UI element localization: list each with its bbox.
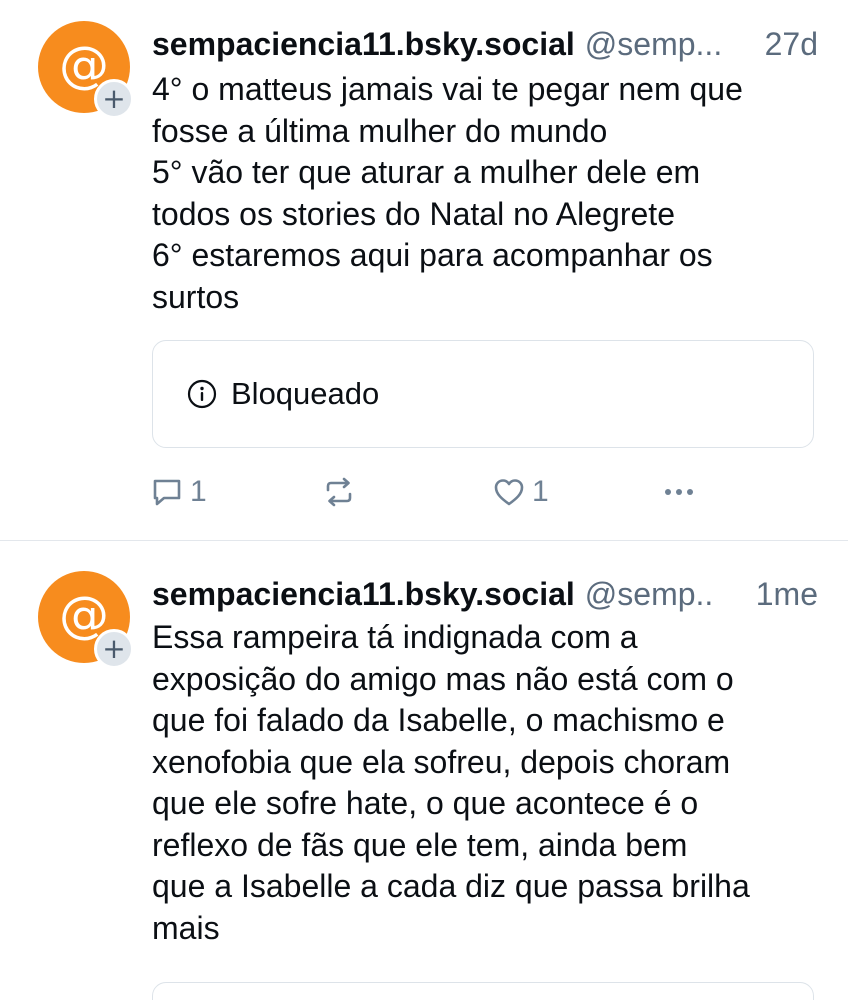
ellipsis-icon — [665, 489, 693, 495]
repost-button[interactable] — [322, 470, 362, 514]
author-display-name[interactable]: sempaciencia11.bsky.social — [152, 572, 575, 616]
plus-icon: + — [102, 632, 126, 665]
post-header: sempaciencia11.bsky.social @semp.. 1me — [152, 572, 818, 616]
post-text-line: exposição do amigo mas não está com o — [152, 660, 734, 697]
author-avatar[interactable]: @ + — [38, 21, 134, 119]
post-text-line: surtos — [152, 278, 240, 315]
embed-label: Bloqueado — [231, 376, 380, 411]
author-display-name[interactable]: sempaciencia11.bsky.social — [152, 22, 575, 66]
heart-icon — [494, 479, 524, 506]
repost-icon — [326, 477, 352, 507]
post-text-line: 6° estaremos aqui para acompanhar os — [152, 237, 713, 273]
post-text: Essa rampeira tá indignada com a exposiç… — [152, 617, 828, 949]
post-text-line: que foi falado da Isabelle, o machismo e — [152, 702, 725, 738]
author-handle[interactable]: @semp.. — [585, 572, 750, 616]
post-text-line: fosse a última mulher do mundo — [152, 112, 608, 149]
post-text-line: mais — [152, 909, 220, 946]
author-handle[interactable]: @semp... — [585, 22, 759, 66]
like-count: 1 — [532, 475, 549, 508]
post-text-line: todos os stories do Natal no Alegrete — [152, 195, 675, 232]
reply-count: 1 — [190, 475, 207, 508]
post-feed: @ + sempaciencia11.bsky.social @semp... … — [0, 0, 848, 1000]
speech-bubble-icon — [153, 479, 181, 506]
post-text: 4° o matteus jamais vai te pegar nem que… — [152, 69, 828, 318]
post-text-line: que a Isabelle a cada diz que passa bril… — [152, 868, 750, 904]
like-button[interactable]: 1 — [492, 470, 549, 514]
reply-button[interactable]: 1 — [150, 470, 207, 514]
post-text-line: 4° o matteus jamais vai te pegar nem que — [152, 71, 743, 107]
post-timestamp[interactable]: 1me — [756, 572, 818, 616]
post-text-line: Essa rampeira tá indignada com a — [152, 619, 638, 655]
post-text-line: que ele sofre hate, o que acontece é o — [152, 785, 699, 821]
follow-plus-button[interactable]: + — [94, 79, 134, 119]
more-options-button[interactable] — [662, 470, 696, 514]
post-text-line: 5° vão ter que aturar a mulher dele em — [152, 154, 701, 190]
embed-card[interactable] — [152, 982, 814, 1000]
feed-post[interactable]: @ + sempaciencia11.bsky.social @semp... … — [0, 0, 848, 540]
post-text-line: xenofobia que ela sofreu, depois choram — [152, 743, 731, 780]
post-text-line: reflexo de fãs que ele tem, ainda bem — [152, 826, 688, 863]
post-timestamp[interactable]: 27d — [765, 22, 818, 66]
blocked-embed-card[interactable]: Bloqueado — [152, 340, 814, 448]
post-header: sempaciencia11.bsky.social @semp... 27d — [152, 22, 818, 66]
follow-plus-button[interactable]: + — [94, 629, 134, 669]
info-circle-icon — [187, 379, 217, 409]
feed-post[interactable]: @ + sempaciencia11.bsky.social @semp.. 1… — [0, 541, 848, 1000]
author-avatar[interactable]: @ + — [38, 571, 134, 669]
post-actions: 1 1 — [150, 470, 710, 514]
plus-icon: + — [102, 82, 126, 115]
